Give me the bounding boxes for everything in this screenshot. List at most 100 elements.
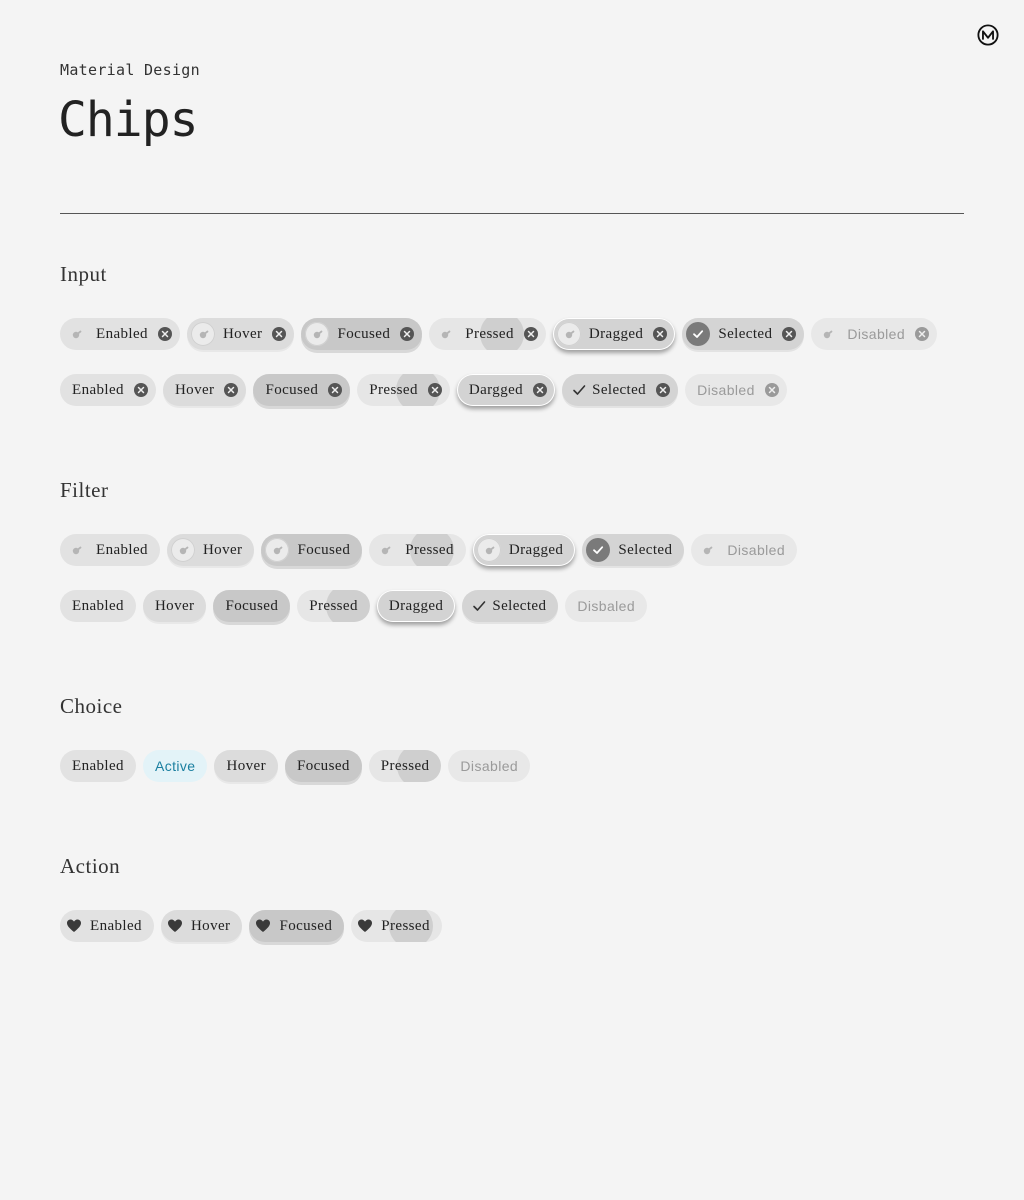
chip-label: Hover <box>190 917 231 934</box>
filter-row-2: Enabled Hover Focused Pressed Dragged Selecte… <box>60 590 654 630</box>
chip-focused[interactable]: Focused <box>301 318 423 350</box>
chip-pressed[interactable]: Pressed <box>429 318 546 350</box>
heart-icon <box>357 918 373 934</box>
chip-dragged[interactable]: Dragged <box>552 318 676 350</box>
chip-pressed[interactable]: Pressed <box>357 374 450 406</box>
action-row: Enabled Hover Focused Pressed <box>60 910 449 950</box>
chip-selected[interactable]: Selected <box>582 534 685 566</box>
chip-focused[interactable]: Focused <box>261 534 363 566</box>
chip-enabled[interactable]: Enabled <box>60 374 156 406</box>
chip-leading-icon <box>433 322 457 346</box>
chip-selected[interactable]: Selected <box>562 374 679 406</box>
section-title-filter: Filter <box>60 478 109 502</box>
chip-pressed[interactable]: Pressed <box>297 590 370 622</box>
close-icon[interactable] <box>272 327 287 341</box>
input-row-1: Enabled Hover Focused Pressed Dragged Selecte… <box>60 318 944 358</box>
chip-disabled: Disabled <box>691 534 798 566</box>
chip-label: Disabled <box>697 382 755 398</box>
material-logo-icon[interactable] <box>977 24 999 46</box>
chip-focused[interactable]: Focused <box>213 590 291 622</box>
close-icon[interactable] <box>328 383 343 397</box>
chip-leading-icon <box>305 322 330 346</box>
chip-label: Hover <box>222 325 263 342</box>
close-icon[interactable] <box>764 383 779 397</box>
section-title-action: Action <box>60 854 121 878</box>
chip-label: Pressed <box>465 325 514 342</box>
chip-leading-icon <box>64 322 88 346</box>
chip-label: Selected <box>492 597 547 614</box>
chip-hover[interactable]: Hover <box>214 750 278 782</box>
chip-pressed[interactable]: Pressed <box>369 534 466 566</box>
chip-selected[interactable]: Selected <box>462 590 559 622</box>
filter-row-1: Enabled Hover Focused Pressed Dragged Selecte… <box>60 534 804 574</box>
chip-hover[interactable]: Hover <box>186 318 295 350</box>
chip-active[interactable]: Active <box>142 750 208 782</box>
close-icon[interactable] <box>224 383 239 397</box>
close-icon[interactable] <box>915 327 930 341</box>
chip-focused[interactable]: Focused <box>284 750 362 782</box>
chip-label: Focused <box>297 541 351 558</box>
chip-selected[interactable]: Selected <box>682 318 805 350</box>
chip-label: Focused <box>225 597 279 614</box>
close-icon[interactable] <box>133 383 148 397</box>
close-icon[interactable] <box>782 327 797 341</box>
chip-label: Enabled <box>72 597 124 614</box>
page-title: Chips <box>58 92 198 148</box>
close-icon[interactable] <box>653 327 668 341</box>
chip-label: Focused <box>279 917 333 934</box>
chip-pressed[interactable]: Pressed <box>351 910 442 942</box>
chip-label: Selected <box>718 325 773 342</box>
chip-disabled: Disabled <box>448 750 531 782</box>
chip-label: Enabled <box>90 917 142 934</box>
close-icon[interactable] <box>533 383 548 397</box>
chip-disabled: Disbaled <box>565 590 648 622</box>
chip-enabled[interactable]: Enabled <box>60 750 136 782</box>
chip-label: Focused <box>265 381 319 398</box>
chip-enabled[interactable]: Enabled <box>60 910 154 942</box>
chip-leading-icon <box>815 322 839 346</box>
chip-label: Enabled <box>96 325 148 342</box>
chip-enabled[interactable]: Enabled <box>60 590 136 622</box>
chip-hover[interactable]: Hover <box>142 590 207 622</box>
chip-enabled[interactable]: Enabled <box>60 534 160 566</box>
section-title-choice: Choice <box>60 694 123 718</box>
chip-label: Disabled <box>460 758 519 774</box>
chip-label: Pressed <box>369 381 418 398</box>
chip-label: Disabled <box>847 326 906 342</box>
eyebrow: Material Design <box>60 61 200 79</box>
chip-label: Selected <box>618 541 673 558</box>
chip-leading-icon <box>556 322 581 346</box>
chip-hover[interactable]: Hover <box>160 910 243 942</box>
chip-dragged[interactable]: Dragged <box>472 534 576 566</box>
chip-label: Disbaled <box>577 598 636 614</box>
chip-label: Active <box>154 758 196 774</box>
section-title-input: Input <box>60 262 107 286</box>
chip-hover[interactable]: Hover <box>166 534 255 566</box>
close-icon[interactable] <box>157 327 172 341</box>
chip-focused[interactable]: Focused <box>249 910 345 942</box>
chip-label: Focused <box>296 757 350 774</box>
close-icon[interactable] <box>523 327 538 341</box>
chip-enabled[interactable]: Enabled <box>60 318 180 350</box>
divider <box>60 213 964 214</box>
check-icon <box>572 383 586 397</box>
choice-row: Enabled Active Hover Focused Pressed Disabled <box>60 750 537 790</box>
heart-icon <box>66 918 82 934</box>
chip-label: Hover <box>154 597 195 614</box>
chip-focused[interactable]: Focused <box>253 374 351 406</box>
chip-label: Selected <box>592 381 647 398</box>
chip-pressed[interactable]: Pressed <box>368 750 442 782</box>
close-icon[interactable] <box>656 383 671 397</box>
chip-hover[interactable]: Hover <box>162 374 247 406</box>
check-icon <box>472 599 486 613</box>
close-icon[interactable] <box>427 383 442 397</box>
chip-dragged[interactable]: Dargged <box>456 374 556 406</box>
close-icon[interactable] <box>400 327 415 341</box>
chip-label: Dragged <box>588 325 644 342</box>
chip-label: Hover <box>226 757 266 774</box>
chip-dragged[interactable]: Dragged <box>376 590 456 622</box>
chip-leading-icon <box>64 538 88 562</box>
heart-icon <box>255 918 271 934</box>
chip-leading-icon <box>373 538 397 562</box>
chip-label: Pressed <box>381 917 430 934</box>
